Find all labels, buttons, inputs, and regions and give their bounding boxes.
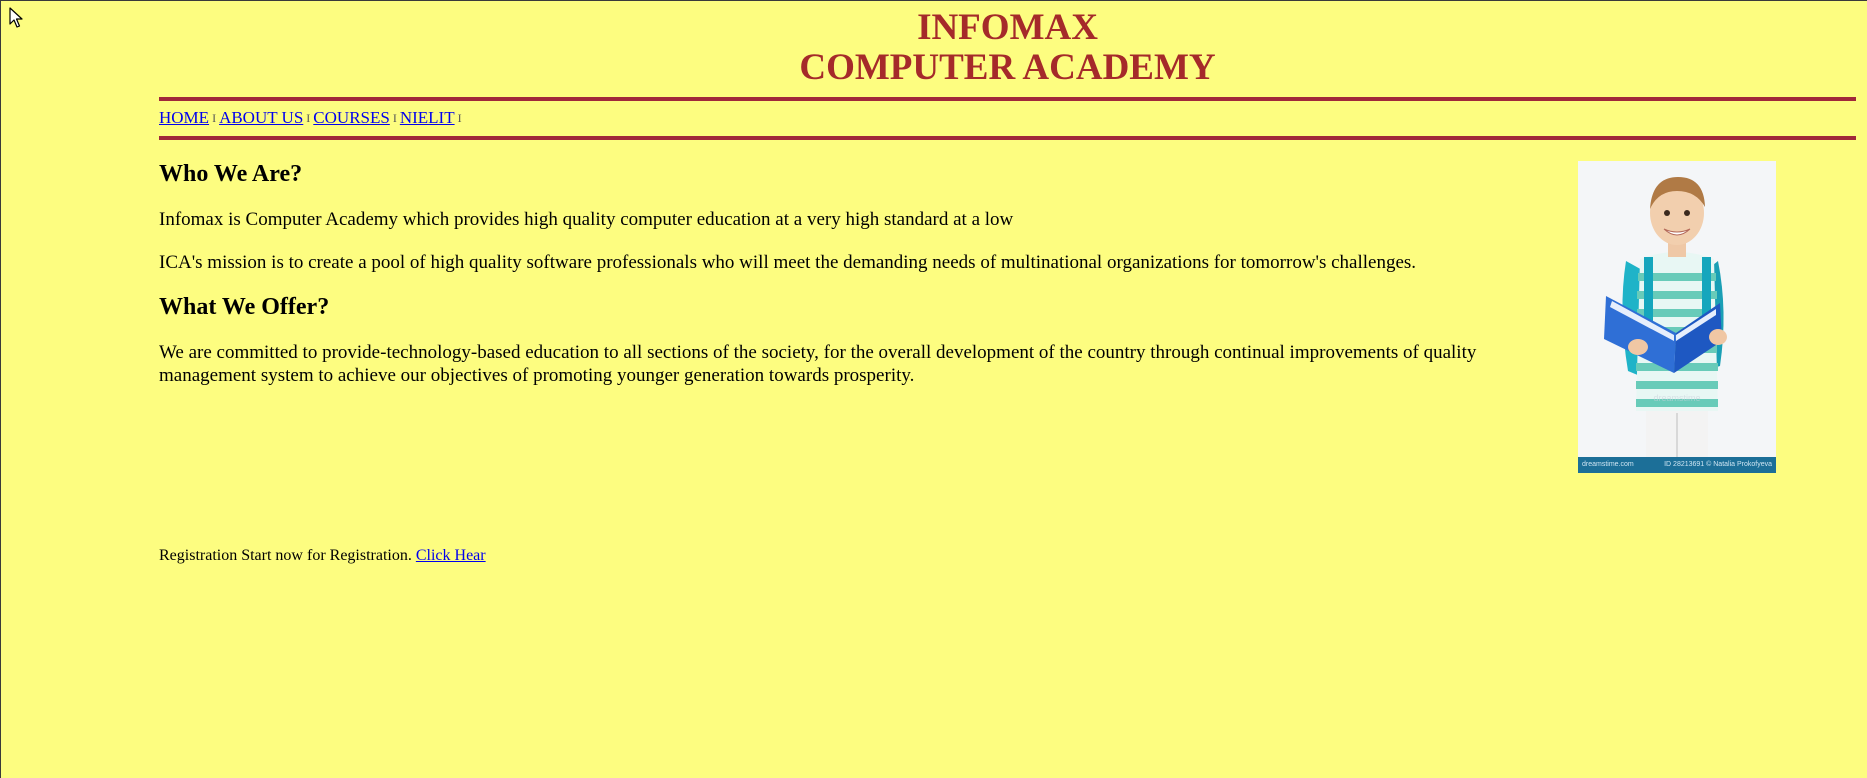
paragraph-mission: ICA's mission is to create a pool of hig…: [159, 252, 1417, 273]
photo-watermark-right: ID 28213691 © Natalia Prokofyeva: [1664, 461, 1772, 468]
nav-link-about-us[interactable]: ABOUT US: [219, 108, 303, 127]
nav-separator: I: [212, 111, 217, 125]
registration-link[interactable]: Click Hear: [416, 547, 486, 564]
student-photo: dreamstime dreamstime.com ID 28213691 © …: [1578, 161, 1776, 473]
paragraph-intro: Infomax is Computer Academy which provid…: [159, 209, 1014, 230]
student-illustration: dreamstime: [1578, 161, 1776, 457]
nav-separator: I: [392, 111, 397, 125]
mouse-pointer-icon: [9, 7, 23, 28]
registration-text: Registration Start now for Registration.: [159, 547, 412, 564]
svg-text:dreamstime: dreamstime: [1653, 393, 1700, 403]
main-nav: HOME I ABOUT US I COURSES I NIELIT I: [159, 107, 465, 130]
window-border-top: [0, 0, 1867, 1]
heading-what-we-offer: What We Offer?: [159, 294, 330, 320]
site-title-line-2: COMPUTER ACADEMY: [799, 47, 1216, 88]
nav-link-nielit[interactable]: NIELIT: [400, 108, 455, 127]
divider-bottom: [159, 136, 1856, 140]
nav-link-home[interactable]: HOME: [159, 108, 209, 127]
window-border-left: [0, 0, 1, 778]
heading-who-we-are: Who We Are?: [159, 161, 303, 187]
photo-watermark-bar: dreamstime.com ID 28213691 © Natalia Pro…: [1578, 457, 1776, 473]
site-header: INFOMAX COMPUTER ACADEMY: [159, 8, 1856, 88]
divider-top: [159, 97, 1856, 101]
nav-link-courses[interactable]: COURSES: [313, 108, 390, 127]
site-title-line-1: INFOMAX: [917, 7, 1098, 48]
photo-watermark-left: dreamstime.com: [1582, 461, 1634, 468]
paragraph-commitment: We are committed to provide-technology-b…: [159, 342, 1477, 386]
registration-notice: Registration Start now for Registration.…: [159, 546, 486, 566]
nav-separator: I: [457, 111, 462, 125]
nav-separator: I: [306, 111, 311, 125]
